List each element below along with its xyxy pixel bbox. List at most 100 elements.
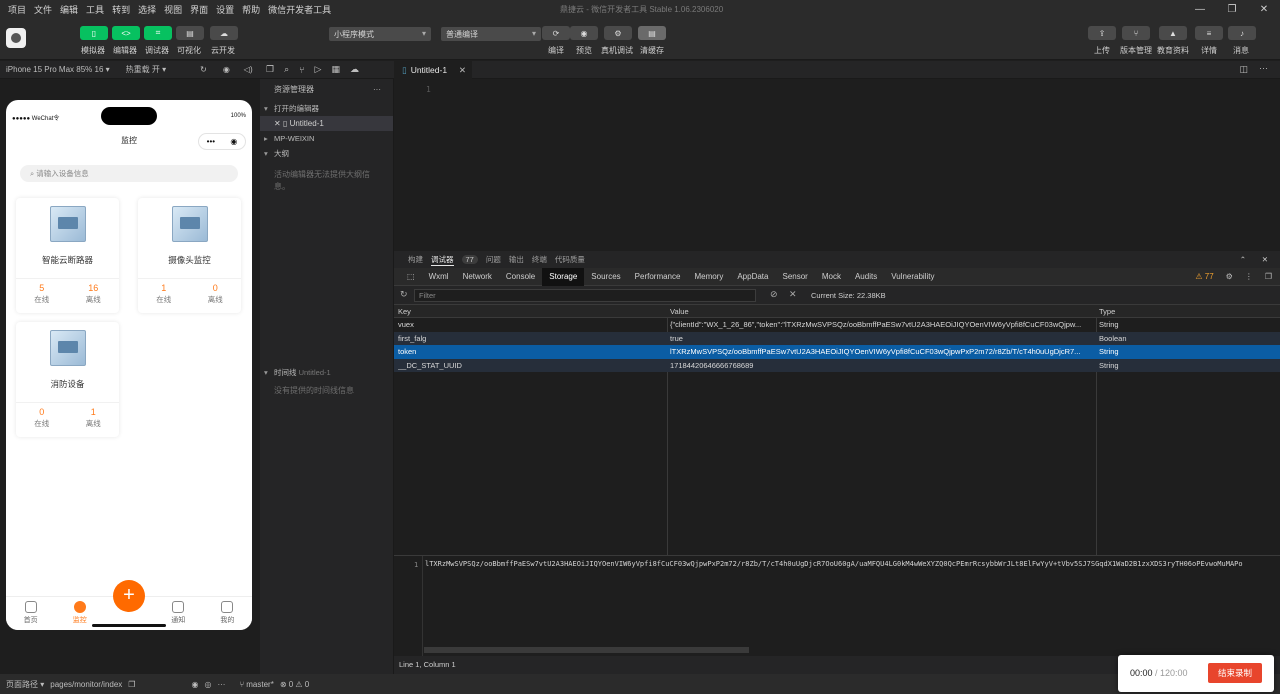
- more-icon[interactable]: ···: [217, 680, 225, 689]
- delete-icon[interactable]: ✕: [789, 289, 797, 300]
- editor-toggle-icon[interactable]: <>: [112, 26, 140, 40]
- menu-item-view[interactable]: 视图: [164, 3, 182, 16]
- page-path[interactable]: pages/monitor/index: [50, 680, 122, 689]
- code-editor[interactable]: 1: [394, 79, 1280, 247]
- more-icon[interactable]: •••: [207, 131, 215, 153]
- tab-terminal[interactable]: 终端: [532, 254, 547, 265]
- visual-toggle-icon[interactable]: ▤: [176, 26, 204, 40]
- column-value[interactable]: Value: [670, 307, 1090, 316]
- debugger-toggle-icon[interactable]: ⌗: [144, 26, 172, 40]
- menu-item-devtools[interactable]: 微信开发者工具: [268, 3, 331, 16]
- stop-recording-button[interactable]: 结束录制: [1208, 663, 1262, 683]
- cloud-dev-icon[interactable]: ☁: [210, 26, 238, 40]
- inspect-icon[interactable]: ⬚: [400, 268, 422, 286]
- compile-icon[interactable]: ⟳: [542, 26, 570, 40]
- capsule-menu[interactable]: ••• ◉: [198, 133, 246, 150]
- clear-cache-icon[interactable]: ▤: [638, 26, 666, 40]
- table-row[interactable]: first_falg true Boolean: [394, 331, 1280, 345]
- device-card-fire[interactable]: 消防设备 0 在线 1 离线: [16, 322, 119, 437]
- page-path-label[interactable]: 页面路径 ▾: [6, 679, 44, 690]
- tab-debugger[interactable]: 调试器: [431, 254, 454, 266]
- minimize-icon[interactable]: —: [1184, 0, 1216, 18]
- close-icon[interactable]: ✕: [1248, 0, 1280, 18]
- target-icon[interactable]: ◉: [230, 131, 237, 153]
- version-control-icon[interactable]: ⑂: [1122, 26, 1150, 40]
- refresh-icon[interactable]: ↻: [400, 289, 408, 300]
- column-type[interactable]: Type: [1099, 307, 1269, 316]
- mode-select[interactable]: 小程序模式 ▾: [329, 27, 431, 41]
- sound-icon[interactable]: ◁): [244, 65, 253, 74]
- tab-home[interactable]: 首页: [6, 597, 55, 630]
- device-select[interactable]: iPhone 15 Pro Max 85% 16 ▾: [6, 65, 110, 74]
- menu-item-project[interactable]: 项目: [8, 3, 26, 16]
- tab-performance[interactable]: Performance: [628, 268, 688, 286]
- upload-icon[interactable]: ⇪: [1088, 26, 1116, 40]
- horizontal-scrollbar[interactable]: [424, 647, 749, 653]
- cloud-icon[interactable]: ☁: [350, 64, 359, 75]
- bell-icon[interactable]: ♪: [1228, 26, 1256, 40]
- tab-network[interactable]: Network: [456, 268, 499, 286]
- menu-item-goto[interactable]: 转到: [112, 3, 130, 16]
- tab-problems[interactable]: 问题: [486, 254, 501, 265]
- dock-icon[interactable]: ❐: [1265, 268, 1272, 286]
- open-file-item[interactable]: ✕ ▯ Untitled-1: [260, 116, 393, 131]
- close-icon[interactable]: ✕: [274, 119, 283, 128]
- files-icon[interactable]: ❐: [266, 64, 274, 75]
- refresh-icon[interactable]: ↻: [200, 65, 207, 74]
- tab-untitled[interactable]: ▯ Untitled-1 ✕: [394, 61, 472, 79]
- problems-count[interactable]: ⊗ 0 ⚠ 0: [280, 680, 309, 689]
- project-section[interactable]: ▸ MP-WEIXIN: [260, 131, 393, 146]
- stop-icon[interactable]: ◉: [223, 65, 230, 74]
- remote-debug-icon[interactable]: ⚙: [604, 26, 632, 40]
- compile-select[interactable]: 普通编译 ▾: [441, 27, 541, 41]
- more-vertical-icon[interactable]: ⋮: [1245, 268, 1253, 286]
- tab-output[interactable]: 输出: [509, 254, 524, 265]
- tab-console[interactable]: Console: [499, 268, 542, 286]
- device-search-input[interactable]: ⌕ 请输入设备信息: [20, 165, 238, 182]
- more-icon[interactable]: ···: [1259, 63, 1268, 73]
- simulator-toggle-icon[interactable]: ▯: [80, 26, 108, 40]
- menu-item-file[interactable]: 文件: [34, 3, 52, 16]
- eye-icon[interactable]: ◎: [204, 680, 211, 689]
- menu-item-edit[interactable]: 编辑: [60, 3, 78, 16]
- outline-section[interactable]: ▾ 大纲: [260, 146, 393, 161]
- device-card-camera[interactable]: 摄像头监控 1 在线 0 离线: [138, 198, 241, 313]
- warning-count[interactable]: ⚠ 77: [1195, 268, 1213, 286]
- tab-memory[interactable]: Memory: [687, 268, 730, 286]
- preview-icon[interactable]: ◉: [570, 26, 598, 40]
- debug-icon[interactable]: ▷: [315, 64, 322, 75]
- tab-appdata[interactable]: AppData: [730, 268, 775, 286]
- scene-icon[interactable]: ◉: [191, 680, 198, 689]
- menu-item-ui[interactable]: 界面: [190, 3, 208, 16]
- tab-mine[interactable]: 我的: [203, 597, 252, 630]
- filter-input[interactable]: Filter: [414, 289, 756, 302]
- tab-audits[interactable]: Audits: [848, 268, 884, 286]
- tab-storage[interactable]: Storage: [542, 267, 585, 286]
- clear-all-icon[interactable]: ⊘: [770, 289, 778, 300]
- tab-code-quality[interactable]: 代码质量: [555, 254, 585, 265]
- add-button[interactable]: +: [113, 580, 145, 612]
- table-row[interactable]: __DC_STAT_UUID 17184420646666768689 Stri…: [394, 358, 1280, 372]
- column-key[interactable]: Key: [398, 307, 664, 316]
- table-row-selected[interactable]: token lTXRzMwSVPSQz/ooBbmffPaESw7vtU2A3H…: [394, 345, 1280, 359]
- menu-item-help[interactable]: 帮助: [242, 3, 260, 16]
- avatar[interactable]: [6, 28, 26, 48]
- menu-item-tools[interactable]: 工具: [86, 3, 104, 16]
- menu-item-settings[interactable]: 设置: [216, 3, 234, 16]
- search-icon[interactable]: ⌕: [284, 64, 289, 75]
- tab-mock[interactable]: Mock: [815, 268, 848, 286]
- menu-item-select[interactable]: 选择: [138, 3, 156, 16]
- gear-icon[interactable]: ⚙: [1226, 268, 1233, 286]
- extensions-icon[interactable]: ▦: [331, 64, 340, 75]
- copy-icon[interactable]: ❐: [128, 680, 135, 689]
- restore-icon[interactable]: ❐: [1216, 0, 1248, 18]
- device-card-breaker[interactable]: 智能云断路器 5 在线 16 离线: [16, 198, 119, 313]
- chevron-up-icon[interactable]: ⌃: [1240, 255, 1246, 264]
- tab-sources[interactable]: Sources: [584, 268, 627, 286]
- tab-vulnerability[interactable]: Vulnerability: [884, 268, 941, 286]
- open-editors-section[interactable]: ▾ 打开的编辑器: [260, 101, 393, 116]
- value-preview[interactable]: 1 lTXRzMwSVPSQz/ooBbmffPaESw7vtU2A3HAEOi…: [394, 555, 1280, 656]
- table-row[interactable]: vuex {"clientId":"WX_1_26_86","token":"l…: [394, 318, 1280, 332]
- tab-wxml[interactable]: Wxml: [422, 268, 456, 286]
- tab-sensor[interactable]: Sensor: [775, 268, 814, 286]
